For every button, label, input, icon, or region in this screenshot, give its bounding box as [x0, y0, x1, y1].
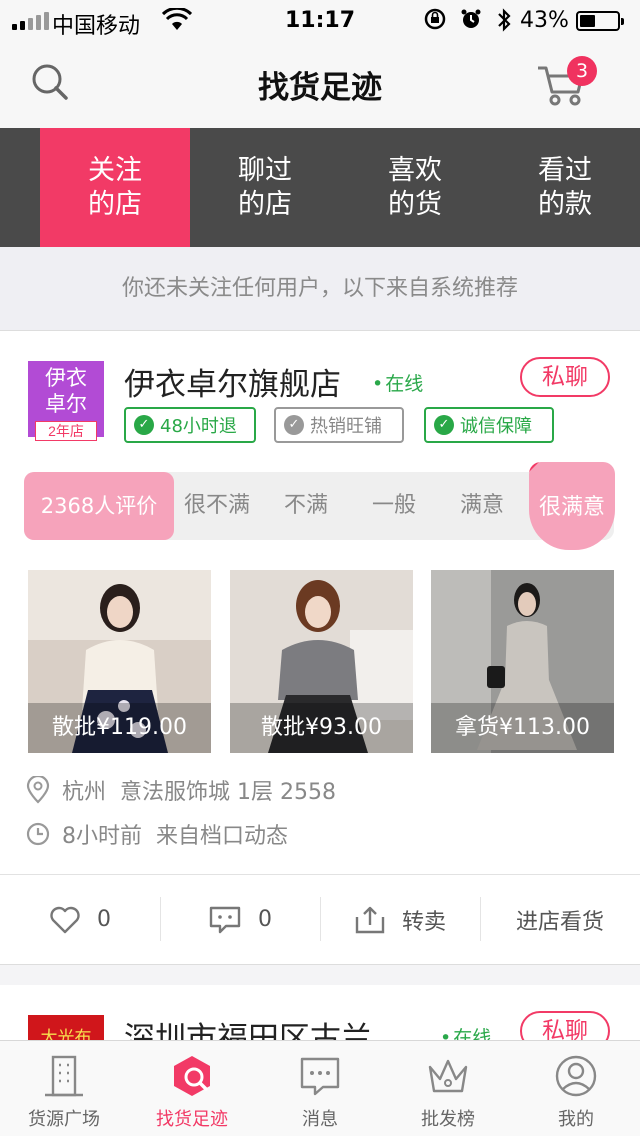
tab-label: 我的 — [558, 1109, 594, 1130]
tab-liked-goods[interactable]: 喜欢 的货 — [340, 128, 490, 247]
tab-followed-shops[interactable]: 关注 的店 — [40, 128, 190, 247]
activity-text: 8小时前 来自档口动态 — [62, 824, 288, 849]
share-icon — [355, 906, 385, 933]
location-pin-icon — [26, 776, 50, 804]
alarm-icon — [460, 8, 482, 38]
footprint-tabs: 关注 的店 聊过 的店 喜欢 的货 看过 的款 — [0, 128, 640, 247]
visit-shop-label: 进店看货 — [515, 909, 604, 935]
tab-chatted-shops[interactable]: 聊过 的店 — [190, 128, 340, 247]
shop-action-bar: 0 0 转卖 进店看货 — [0, 874, 640, 964]
building-icon — [45, 1055, 83, 1097]
badge-48h-return: ✓ 48小时退 — [124, 407, 256, 443]
clock-icon — [26, 822, 50, 846]
shop-activity: 8小时前 来自档口动态 — [26, 818, 288, 850]
shop-logo-text: 伊衣 卓尔 — [45, 366, 87, 416]
tab-wholesale-ranking[interactable]: 批发榜 — [384, 1041, 512, 1136]
comment-count: 0 — [258, 907, 272, 932]
resell-label: 转卖 — [401, 909, 446, 935]
check-circle-icon: ✓ — [284, 415, 304, 435]
badge-hot-shop: ✓ 热销旺铺 — [274, 407, 404, 443]
tab-label: 货源广场 — [28, 1109, 100, 1130]
like-button[interactable]: 0 — [0, 875, 160, 964]
user-icon — [555, 1055, 597, 1097]
resell-button[interactable]: 转卖 — [320, 875, 480, 964]
tab-viewed-items[interactable]: 看过 的款 — [490, 128, 640, 247]
bottom-tab-bar: 货源广场 找货足迹 消息 批发榜 我的 — [0, 1040, 640, 1136]
crown-icon — [428, 1059, 468, 1093]
check-circle-icon: ✓ — [434, 415, 454, 435]
shop-name[interactable]: 伊衣卓尔旗舰店 — [124, 359, 341, 404]
tab-mine[interactable]: 我的 — [512, 1041, 640, 1136]
rating-bar: 2368人评价 很不满 不满 一般 满意 很满意 — [24, 462, 615, 550]
rotation-lock-icon — [424, 8, 446, 38]
tab-footprints[interactable]: 找货足迹 — [128, 1041, 256, 1136]
badge-label: 热销旺铺 — [310, 416, 382, 437]
footprint-search-icon — [174, 1056, 210, 1096]
product-card[interactable]: 拿货¥113.00 — [431, 570, 614, 753]
product-price: 拿货¥113.00 — [431, 703, 614, 753]
like-count: 0 — [97, 907, 111, 932]
private-chat-button[interactable]: 私聊 — [520, 357, 610, 397]
tab-label: 批发榜 — [421, 1109, 475, 1130]
tab-messages[interactable]: 消息 — [256, 1041, 384, 1136]
online-status: 在线 — [372, 369, 423, 396]
tab-label: 找货足迹 — [156, 1109, 228, 1130]
nav-bar: 找货足迹 3 — [0, 40, 640, 128]
battery-icon — [576, 11, 624, 31]
product-card[interactable]: 散批¥93.00 — [230, 570, 413, 753]
badge-label: 诚信保障 — [460, 416, 532, 437]
rating-count[interactable]: 2368人评价 — [24, 472, 174, 540]
status-bar: 中国移动 11:17 43% — [0, 0, 640, 40]
rating-very-satisfied[interactable]: 很满意 — [529, 462, 615, 550]
shop-card[interactable]: 大光布 深圳市福田区古兰 在线 私聊 — [0, 985, 640, 1045]
rating-dissatisfied[interactable]: 不满 — [284, 472, 328, 540]
tab-label: 消息 — [302, 1109, 338, 1130]
product-card[interactable]: 散批¥119.00 — [28, 570, 211, 753]
cart-count-badge: 3 — [567, 56, 597, 86]
badge-integrity: ✓ 诚信保障 — [424, 407, 554, 443]
heart-icon — [50, 906, 80, 933]
shop-card[interactable]: 伊衣 卓尔 2年店 伊衣卓尔旗舰店 在线 私聊 ✓ 48小时退 ✓ 热销旺铺 ✓… — [0, 331, 640, 965]
recommendation-notice: 你还未关注任何用户，以下来自系统推荐 — [0, 247, 640, 331]
bluetooth-icon — [496, 8, 512, 38]
shop-years-badge: 2年店 — [35, 421, 97, 441]
product-price: 散批¥119.00 — [28, 703, 211, 753]
shop-logo[interactable]: 伊衣 卓尔 2年店 — [28, 361, 104, 441]
location-text: 杭州 意法服饰城 1层 2558 — [62, 780, 336, 805]
rating-satisfied[interactable]: 满意 — [460, 472, 504, 540]
rating-very-dissatisfied[interactable]: 很不满 — [184, 472, 250, 540]
badge-label: 48小时退 — [160, 416, 237, 437]
shop-location: 杭州 意法服饰城 1层 2558 — [26, 774, 336, 806]
check-circle-icon: ✓ — [134, 415, 154, 435]
product-price: 散批¥93.00 — [230, 703, 413, 753]
comment-button[interactable]: 0 — [160, 875, 320, 964]
message-icon — [300, 1057, 340, 1096]
battery-percentage: 43% — [520, 8, 569, 33]
visit-shop-button[interactable]: 进店看货 — [480, 875, 640, 964]
tab-source-market[interactable]: 货源广场 — [0, 1041, 128, 1136]
comment-icon — [209, 906, 241, 933]
rating-neutral[interactable]: 一般 — [372, 472, 416, 540]
